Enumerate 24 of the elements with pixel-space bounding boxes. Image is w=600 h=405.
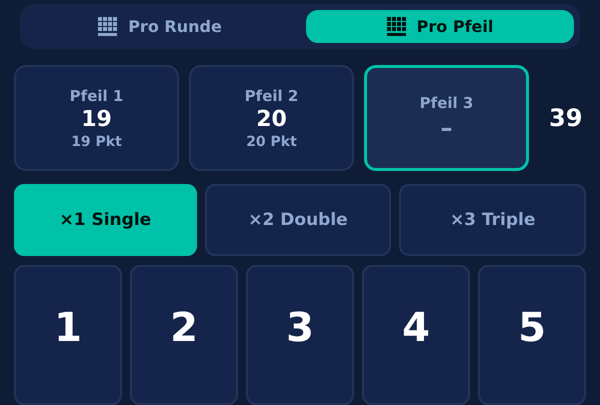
mode-tab[interactable]: Pro Pfeil — [306, 10, 574, 43]
mode-tab[interactable]: Pro Runde — [26, 10, 294, 43]
grid-icon — [386, 16, 407, 36]
number-key[interactable]: 3 — [246, 265, 354, 405]
dart-card[interactable]: Pfeil 1 19 19 Pkt — [14, 65, 179, 171]
number-key[interactable]: 4 — [362, 265, 470, 405]
dart-value: – — [440, 114, 452, 142]
dart-label: Pfeil 1 — [70, 86, 124, 104]
multiplier-button[interactable]: ×2 Double — [204, 184, 392, 256]
dart-card[interactable]: Pfeil 2 20 20 Pkt — [189, 65, 354, 171]
number-key[interactable]: 2 — [130, 265, 238, 405]
dart-points: 19 Pkt — [71, 134, 122, 150]
multiplier-button[interactable]: ×1 Single — [14, 184, 197, 256]
dart-label: Pfeil 3 — [420, 94, 474, 112]
dart-label: Pfeil 2 — [244, 86, 298, 104]
dart-points: 20 Pkt — [246, 134, 297, 150]
dart-value: 19 — [81, 106, 112, 132]
number-key[interactable]: 1 — [14, 265, 122, 405]
dart-value: 20 — [256, 106, 287, 132]
grid-icon — [98, 16, 118, 36]
number-key[interactable]: 5 — [478, 265, 586, 405]
total-score: 39 — [549, 104, 582, 132]
dart-card[interactable]: Pfeil 3 – — [364, 65, 529, 171]
multiplier-button[interactable]: ×3 Triple — [399, 184, 586, 256]
